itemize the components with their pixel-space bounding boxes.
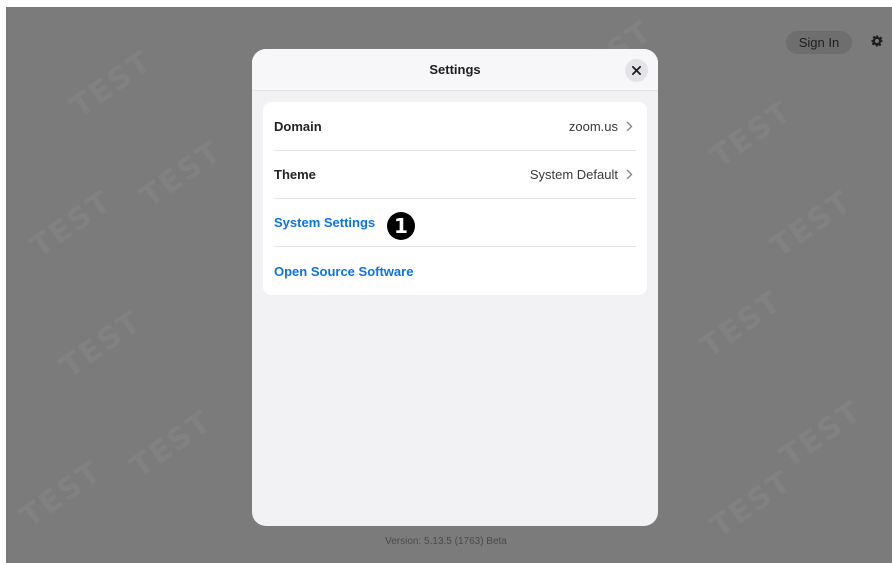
theme-label: Theme: [274, 166, 316, 182]
close-icon: [632, 66, 641, 75]
watermark: TEST: [14, 454, 109, 535]
open-source-software-link[interactable]: Open Source Software: [274, 264, 413, 279]
watermark: TEST: [704, 94, 799, 175]
watermark: TEST: [24, 184, 119, 265]
watermark: TEST: [64, 44, 159, 125]
sign-in-button[interactable]: Sign In: [786, 31, 852, 54]
domain-label: Domain: [274, 118, 322, 134]
settings-list: Domain zoom.us Theme System Default Syst…: [263, 102, 647, 295]
settings-modal: Settings Domain zoom.us Theme System Def…: [252, 49, 658, 526]
system-settings-row[interactable]: System Settings: [263, 198, 647, 246]
theme-value: System Default: [529, 166, 618, 182]
open-source-software-row[interactable]: Open Source Software: [263, 247, 647, 295]
watermark: TEST: [704, 464, 799, 545]
chevron-right-icon: [626, 121, 633, 132]
modal-header: Settings: [252, 49, 658, 91]
watermark: TEST: [774, 394, 869, 475]
domain-row[interactable]: Domain zoom.us: [263, 102, 647, 150]
chevron-right-icon: [626, 169, 633, 180]
gear-icon[interactable]: [867, 31, 887, 51]
watermark: TEST: [124, 404, 219, 485]
watermark: TEST: [54, 304, 149, 385]
watermark: TEST: [694, 284, 789, 365]
modal-title: Settings: [429, 62, 481, 77]
system-settings-link[interactable]: System Settings: [274, 215, 375, 230]
version-text: Version: 5.13.5 (1763) Beta: [385, 536, 507, 547]
close-button[interactable]: [625, 59, 648, 82]
watermark: TEST: [134, 134, 229, 215]
theme-row[interactable]: Theme System Default: [263, 150, 647, 198]
domain-value: zoom.us: [568, 118, 618, 134]
watermark: TEST: [764, 184, 859, 265]
annotation-marker: 1: [387, 212, 415, 240]
